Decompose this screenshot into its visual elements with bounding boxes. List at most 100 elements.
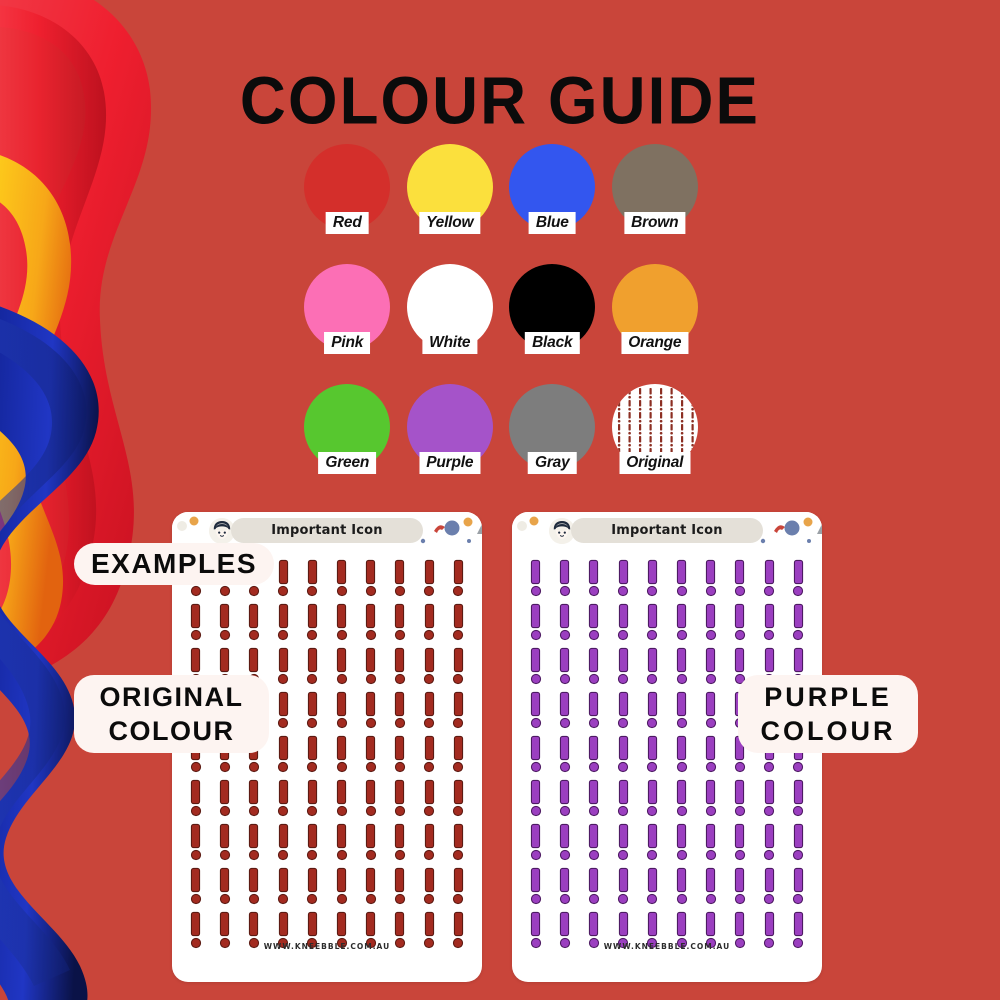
swatch-green[interactable]: Green xyxy=(296,384,399,504)
exclamation-mark-icon[interactable] xyxy=(648,649,657,683)
exclamation-mark-icon[interactable] xyxy=(677,825,686,859)
exclamation-mark-icon[interactable] xyxy=(308,561,317,595)
swatch-black[interactable]: Black xyxy=(501,264,604,384)
exclamation-mark-icon[interactable] xyxy=(454,561,463,595)
exclamation-mark-icon[interactable] xyxy=(279,737,288,771)
exclamation-mark-icon[interactable] xyxy=(308,737,317,771)
swatch-yellow[interactable]: Yellow xyxy=(399,144,502,264)
exclamation-mark-icon[interactable] xyxy=(249,781,258,815)
exclamation-mark-icon[interactable] xyxy=(648,693,657,727)
exclamation-mark-icon[interactable] xyxy=(619,561,628,595)
exclamation-mark-icon[interactable] xyxy=(531,737,540,771)
exclamation-mark-icon[interactable] xyxy=(279,693,288,727)
exclamation-mark-icon[interactable] xyxy=(589,825,598,859)
exclamation-mark-icon[interactable] xyxy=(677,869,686,903)
swatch-white[interactable]: White xyxy=(399,264,502,384)
exclamation-mark-icon[interactable] xyxy=(794,825,803,859)
exclamation-mark-icon[interactable] xyxy=(425,605,434,639)
exclamation-mark-icon[interactable] xyxy=(619,693,628,727)
exclamation-mark-icon[interactable] xyxy=(425,693,434,727)
exclamation-mark-icon[interactable] xyxy=(366,869,375,903)
exclamation-mark-icon[interactable] xyxy=(706,561,715,595)
swatch-purple[interactable]: Purple xyxy=(399,384,502,504)
exclamation-mark-icon[interactable] xyxy=(279,869,288,903)
exclamation-mark-icon[interactable] xyxy=(395,737,404,771)
exclamation-mark-icon[interactable] xyxy=(454,693,463,727)
exclamation-mark-icon[interactable] xyxy=(677,649,686,683)
exclamation-mark-icon[interactable] xyxy=(735,561,744,595)
exclamation-mark-icon[interactable] xyxy=(366,781,375,815)
exclamation-mark-icon[interactable] xyxy=(366,561,375,595)
exclamation-mark-icon[interactable] xyxy=(279,561,288,595)
exclamation-mark-icon[interactable] xyxy=(735,649,744,683)
exclamation-mark-icon[interactable] xyxy=(765,605,774,639)
exclamation-mark-icon[interactable] xyxy=(395,825,404,859)
exclamation-mark-icon[interactable] xyxy=(425,869,434,903)
exclamation-mark-icon[interactable] xyxy=(191,605,200,639)
exclamation-mark-icon[interactable] xyxy=(531,825,540,859)
swatch-red[interactable]: Red xyxy=(296,144,399,264)
exclamation-mark-icon[interactable] xyxy=(560,649,569,683)
exclamation-mark-icon[interactable] xyxy=(279,781,288,815)
exclamation-mark-icon[interactable] xyxy=(794,605,803,639)
exclamation-mark-icon[interactable] xyxy=(677,781,686,815)
swatch-brown[interactable]: Brown xyxy=(604,144,707,264)
exclamation-mark-icon[interactable] xyxy=(337,693,346,727)
exclamation-mark-icon[interactable] xyxy=(706,781,715,815)
exclamation-mark-icon[interactable] xyxy=(366,825,375,859)
exclamation-mark-icon[interactable] xyxy=(191,869,200,903)
exclamation-mark-icon[interactable] xyxy=(677,693,686,727)
exclamation-mark-icon[interactable] xyxy=(589,605,598,639)
exclamation-mark-icon[interactable] xyxy=(395,605,404,639)
exclamation-mark-icon[interactable] xyxy=(337,825,346,859)
exclamation-mark-icon[interactable] xyxy=(395,561,404,595)
exclamation-mark-icon[interactable] xyxy=(454,649,463,683)
exclamation-mark-icon[interactable] xyxy=(589,781,598,815)
exclamation-mark-icon[interactable] xyxy=(191,825,200,859)
exclamation-mark-icon[interactable] xyxy=(560,869,569,903)
exclamation-mark-icon[interactable] xyxy=(735,605,744,639)
exclamation-mark-icon[interactable] xyxy=(425,781,434,815)
exclamation-mark-icon[interactable] xyxy=(560,693,569,727)
exclamation-mark-icon[interactable] xyxy=(560,825,569,859)
exclamation-mark-icon[interactable] xyxy=(619,869,628,903)
exclamation-mark-icon[interactable] xyxy=(765,781,774,815)
exclamation-mark-icon[interactable] xyxy=(589,737,598,771)
exclamation-mark-icon[interactable] xyxy=(560,561,569,595)
exclamation-mark-icon[interactable] xyxy=(454,825,463,859)
exclamation-mark-icon[interactable] xyxy=(308,869,317,903)
exclamation-mark-icon[interactable] xyxy=(279,649,288,683)
exclamation-mark-icon[interactable] xyxy=(560,605,569,639)
exclamation-mark-icon[interactable] xyxy=(706,825,715,859)
exclamation-mark-icon[interactable] xyxy=(337,869,346,903)
exclamation-mark-icon[interactable] xyxy=(619,825,628,859)
exclamation-mark-icon[interactable] xyxy=(366,605,375,639)
exclamation-mark-icon[interactable] xyxy=(531,693,540,727)
exclamation-mark-icon[interactable] xyxy=(395,869,404,903)
exclamation-mark-icon[interactable] xyxy=(794,561,803,595)
exclamation-mark-icon[interactable] xyxy=(220,825,229,859)
exclamation-mark-icon[interactable] xyxy=(531,781,540,815)
exclamation-mark-icon[interactable] xyxy=(366,649,375,683)
exclamation-mark-icon[interactable] xyxy=(589,649,598,683)
exclamation-mark-icon[interactable] xyxy=(648,869,657,903)
exclamation-mark-icon[interactable] xyxy=(366,693,375,727)
exclamation-mark-icon[interactable] xyxy=(648,781,657,815)
exclamation-mark-icon[interactable] xyxy=(425,737,434,771)
exclamation-mark-icon[interactable] xyxy=(648,561,657,595)
exclamation-mark-icon[interactable] xyxy=(735,869,744,903)
exclamation-mark-icon[interactable] xyxy=(619,649,628,683)
exclamation-mark-icon[interactable] xyxy=(220,605,229,639)
exclamation-mark-icon[interactable] xyxy=(648,737,657,771)
exclamation-mark-icon[interactable] xyxy=(337,737,346,771)
exclamation-mark-icon[interactable] xyxy=(308,781,317,815)
swatch-original[interactable]: Original xyxy=(604,384,707,504)
exclamation-mark-icon[interactable] xyxy=(337,781,346,815)
exclamation-mark-icon[interactable] xyxy=(619,605,628,639)
exclamation-mark-icon[interactable] xyxy=(249,869,258,903)
exclamation-mark-icon[interactable] xyxy=(249,825,258,859)
exclamation-mark-icon[interactable] xyxy=(454,869,463,903)
exclamation-mark-icon[interactable] xyxy=(706,649,715,683)
exclamation-mark-icon[interactable] xyxy=(765,825,774,859)
exclamation-mark-icon[interactable] xyxy=(706,693,715,727)
